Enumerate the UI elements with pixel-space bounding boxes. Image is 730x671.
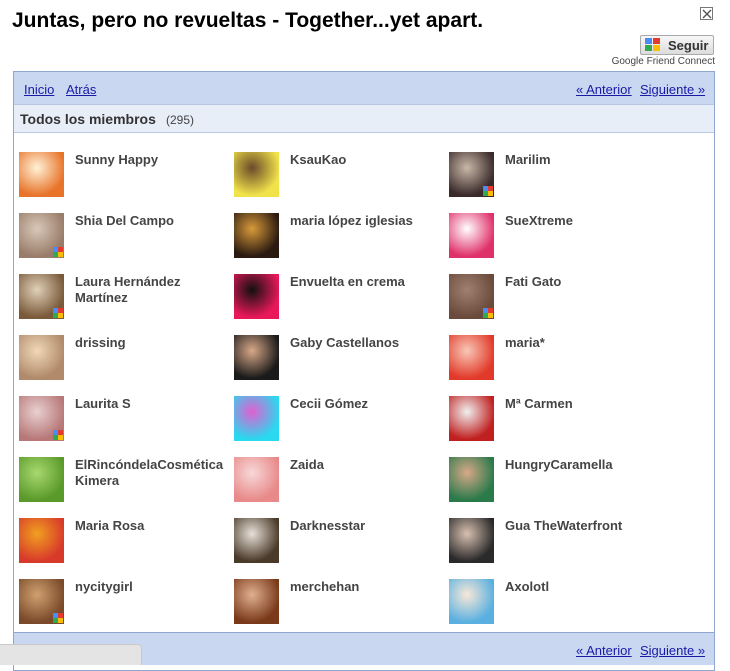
member-name[interactable]: Laura Hernández Martínez <box>75 274 234 306</box>
google-badge-icon <box>483 308 493 318</box>
member-item[interactable]: SueXtreme <box>449 213 664 269</box>
member-avatar[interactable] <box>19 213 64 258</box>
member-item[interactable]: Laurita S <box>19 396 234 452</box>
member-name[interactable]: Envuelta en crema <box>290 274 449 290</box>
member-count: (295) <box>166 113 195 127</box>
member-avatar[interactable] <box>19 274 64 319</box>
member-avatar[interactable] <box>449 335 494 380</box>
member-item[interactable]: merchehan <box>234 579 449 635</box>
member-name[interactable]: merchehan <box>290 579 449 595</box>
member-avatar[interactable] <box>234 152 279 197</box>
member-name[interactable]: Axolotl <box>505 579 664 595</box>
member-name[interactable]: SueXtreme <box>505 213 664 229</box>
member-item[interactable]: HungryCaramella <box>449 457 664 513</box>
member-name[interactable]: KsauKao <box>290 152 449 168</box>
member-name[interactable]: Mª Carmen <box>505 396 664 412</box>
member-item[interactable]: Mª Carmen <box>449 396 664 452</box>
member-name[interactable]: ElRincóndelaCosmética Kimera <box>75 457 234 489</box>
google-badge-icon <box>53 613 63 623</box>
member-avatar[interactable] <box>234 457 279 502</box>
member-avatar[interactable] <box>234 579 279 624</box>
member-item[interactable]: maria* <box>449 335 664 391</box>
member-item[interactable]: ElRincóndelaCosmética Kimera <box>19 457 234 513</box>
member-item[interactable]: drissing <box>19 335 234 391</box>
member-name[interactable]: Maria Rosa <box>75 518 234 534</box>
member-item[interactable]: Darknesstar <box>234 518 449 574</box>
google-badge-icon <box>53 430 63 440</box>
member-name[interactable]: maria* <box>505 335 664 351</box>
member-item[interactable]: Gua TheWaterfront <box>449 518 664 574</box>
member-item[interactable]: Shia Del Campo <box>19 213 234 269</box>
member-avatar[interactable] <box>449 396 494 441</box>
member-item[interactable]: Maria Rosa <box>19 518 234 574</box>
member-avatar[interactable] <box>234 274 279 319</box>
next-link[interactable]: Siguiente » <box>640 82 705 97</box>
section-title: Todos los miembros <box>20 111 156 127</box>
member-avatar[interactable] <box>449 518 494 563</box>
member-avatar[interactable] <box>234 213 279 258</box>
member-item[interactable]: Fati Gato <box>449 274 664 330</box>
member-name[interactable]: nycitygirl <box>75 579 234 595</box>
member-avatar[interactable] <box>449 579 494 624</box>
member-name[interactable]: Shia Del Campo <box>75 213 234 229</box>
member-name[interactable]: Sunny Happy <box>75 152 234 168</box>
member-name[interactable]: Laurita S <box>75 396 234 412</box>
member-name[interactable]: Darknesstar <box>290 518 449 534</box>
member-name[interactable]: Gaby Castellanos <box>290 335 449 351</box>
close-icon <box>702 9 712 19</box>
member-name[interactable]: HungryCaramella <box>505 457 664 473</box>
member-item[interactable]: Zaida <box>234 457 449 513</box>
member-avatar[interactable] <box>234 396 279 441</box>
member-avatar[interactable] <box>19 335 64 380</box>
google-friend-connect-icon <box>645 38 660 51</box>
member-item[interactable]: Laura Hernández Martínez <box>19 274 234 330</box>
previous-link[interactable]: « Anterior <box>576 82 632 97</box>
member-item[interactable]: KsauKao <box>234 152 449 208</box>
follow-button-label: Seguir <box>668 38 709 53</box>
next-link-bottom[interactable]: Siguiente » <box>640 643 705 658</box>
member-avatar[interactable] <box>19 457 64 502</box>
close-button[interactable] <box>700 7 713 20</box>
member-name[interactable]: Zaida <box>290 457 449 473</box>
member-avatar[interactable] <box>19 518 64 563</box>
top-nav: Inicio Atrás « Anterior Siguiente » <box>14 72 714 104</box>
google-badge-icon <box>53 247 63 257</box>
member-name[interactable]: Gua TheWaterfront <box>505 518 664 534</box>
member-item[interactable]: Marilim <box>449 152 664 208</box>
member-item[interactable]: Sunny Happy <box>19 152 234 208</box>
previous-link-bottom[interactable]: « Anterior <box>576 643 632 658</box>
section-header: Todos los miembros (295) <box>14 104 714 133</box>
member-name[interactable]: Fati Gato <box>505 274 664 290</box>
follow-button[interactable]: Seguir <box>640 35 714 55</box>
horizontal-scrollbar[interactable] <box>0 644 142 665</box>
member-item[interactable]: Axolotl <box>449 579 664 635</box>
member-item[interactable]: Gaby Castellanos <box>234 335 449 391</box>
member-avatar[interactable] <box>449 457 494 502</box>
member-item[interactable]: Envuelta en crema <box>234 274 449 330</box>
members-panel: Inicio Atrás « Anterior Siguiente » Todo… <box>13 71 715 671</box>
home-link[interactable]: Inicio <box>24 82 54 97</box>
member-avatar[interactable] <box>19 579 64 624</box>
gfc-caption: Google Friend Connect <box>611 56 715 67</box>
member-avatar[interactable] <box>19 152 64 197</box>
member-item[interactable]: maria lópez iglesias <box>234 213 449 269</box>
member-avatar[interactable] <box>449 152 494 197</box>
member-name[interactable]: drissing <box>75 335 234 351</box>
page-title: Juntas, pero no revueltas - Together...y… <box>12 9 484 32</box>
member-avatar[interactable] <box>449 274 494 319</box>
member-avatar[interactable] <box>234 335 279 380</box>
member-avatar[interactable] <box>234 518 279 563</box>
member-avatar[interactable] <box>449 213 494 258</box>
back-link[interactable]: Atrás <box>66 82 96 97</box>
google-badge-icon <box>483 186 493 196</box>
member-item[interactable]: Cecii Gómez <box>234 396 449 452</box>
member-item[interactable]: nycitygirl <box>19 579 234 635</box>
member-name[interactable]: maria lópez iglesias <box>290 213 449 229</box>
google-badge-icon <box>53 308 63 318</box>
member-avatar[interactable] <box>19 396 64 441</box>
member-name[interactable]: Marilim <box>505 152 664 168</box>
member-name[interactable]: Cecii Gómez <box>290 396 449 412</box>
